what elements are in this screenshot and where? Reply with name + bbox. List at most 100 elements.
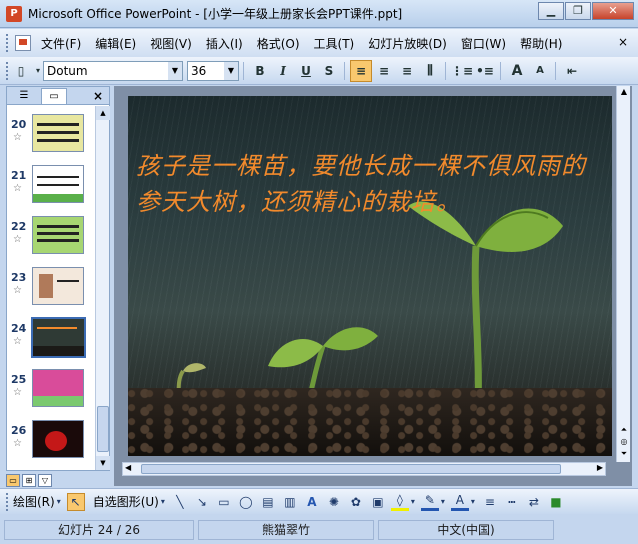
outline-tab-icon[interactable]: ☰ bbox=[11, 88, 37, 104]
slide-thumbnail-row[interactable]: 26 ☆ bbox=[7, 414, 95, 462]
vertical-textbox-icon[interactable]: ▥ bbox=[281, 493, 299, 511]
next-slide-icon[interactable]: ⏷ bbox=[617, 448, 631, 460]
restore-button[interactable]: ❐ bbox=[565, 2, 591, 20]
align-center-icon[interactable]: ≡ bbox=[373, 60, 395, 82]
numbered-list-icon[interactable]: ⋮≡ bbox=[451, 60, 473, 82]
slide-scrollbar[interactable]: ▲ ⏶ ◎ ⏷ bbox=[616, 86, 630, 462]
horizontal-scrollbar[interactable]: ◀ ▶ bbox=[122, 462, 606, 476]
scroll-down-icon[interactable]: ▼ bbox=[96, 456, 110, 470]
scrollbar-thumb[interactable] bbox=[141, 464, 561, 474]
diagram-icon[interactable]: ✺ bbox=[325, 493, 343, 511]
dropdown-arrow-icon[interactable]: ▾ bbox=[409, 493, 417, 511]
arrow-icon[interactable]: ↘ bbox=[193, 493, 211, 511]
font-size-select[interactable]: 36 ▼ bbox=[187, 60, 239, 81]
grow-font-button[interactable]: A bbox=[506, 60, 528, 82]
scroll-right-icon[interactable]: ▶ bbox=[597, 463, 603, 472]
pane-close-button[interactable]: × bbox=[93, 89, 103, 103]
slide-thumbnail-row[interactable]: 23 ☆ bbox=[7, 261, 95, 309]
textbox-icon[interactable]: ▤ bbox=[259, 493, 277, 511]
normal-view-icon[interactable]: ▭ bbox=[6, 473, 20, 487]
scroll-up-icon[interactable]: ▲ bbox=[617, 86, 631, 98]
line-color-icon[interactable]: ✎ bbox=[420, 493, 439, 511]
slide-thumbnail[interactable] bbox=[32, 267, 84, 305]
slide-thumbnail[interactable] bbox=[32, 216, 84, 254]
slide-thumbnail-row[interactable]: 20 ☆ bbox=[7, 108, 95, 156]
dash-style-icon[interactable]: ┅ bbox=[503, 493, 521, 511]
picture-icon[interactable]: ▣ bbox=[369, 493, 387, 511]
slideshow-view-icon[interactable]: ▽ bbox=[38, 473, 52, 487]
wordart-icon[interactable]: A bbox=[303, 493, 321, 511]
fill-color-icon[interactable]: ◊ bbox=[390, 493, 409, 511]
dropdown-arrow-icon[interactable]: ▾ bbox=[55, 493, 63, 511]
dropdown-arrow-icon[interactable]: ▾ bbox=[469, 493, 477, 511]
clipart-icon[interactable]: ✿ bbox=[347, 493, 365, 511]
menu-insert[interactable]: 插入(I) bbox=[206, 35, 243, 52]
new-document-icon[interactable]: ▯ bbox=[10, 60, 32, 82]
slides-tab-icon[interactable]: ▭ bbox=[41, 87, 67, 104]
menu-format[interactable]: 格式(O) bbox=[257, 35, 300, 52]
bold-button[interactable]: B bbox=[249, 60, 271, 82]
draw-menu-button[interactable]: 绘图(R) bbox=[13, 493, 55, 510]
menu-window[interactable]: 窗口(W) bbox=[461, 35, 506, 52]
font-color-icon[interactable]: A bbox=[450, 493, 469, 511]
line-icon[interactable]: ╲ bbox=[171, 493, 189, 511]
slide-thumbnail-selected[interactable] bbox=[31, 317, 86, 358]
autoshapes-button[interactable]: 自选图形(U) bbox=[93, 493, 159, 510]
scroll-up-icon[interactable]: ▲ bbox=[96, 106, 110, 120]
chevron-down-icon[interactable]: ▼ bbox=[224, 61, 238, 80]
dropdown-arrow-icon[interactable]: ▾ bbox=[439, 493, 447, 511]
decrease-indent-icon[interactable]: ⇤ bbox=[561, 60, 583, 82]
slide-thumbnail-row[interactable]: 25 ☆ bbox=[7, 363, 95, 411]
toolbar-grip[interactable] bbox=[6, 61, 9, 80]
select-pointer-icon[interactable]: ↖ bbox=[66, 492, 85, 511]
slide-thumbnail-row[interactable]: 22 ☆ bbox=[7, 210, 95, 258]
slide-editing-area: 孩子是一棵苗，要他长成一棵不俱风雨的参天大树，还须精心的栽培。 ▲ ⏶ ◎ ⏷ … bbox=[114, 86, 632, 486]
scroll-left-icon[interactable]: ◀ bbox=[125, 463, 131, 472]
minimize-button[interactable]: ▁ bbox=[538, 2, 564, 20]
italic-button[interactable]: I bbox=[272, 60, 294, 82]
previous-slide-icon[interactable]: ⏶ bbox=[617, 424, 631, 436]
align-left-icon[interactable]: ≡ bbox=[350, 59, 372, 82]
menu-help[interactable]: 帮助(H) bbox=[520, 35, 562, 52]
slide-thumbnail-row[interactable]: 24 ☆ bbox=[7, 312, 95, 360]
align-right-icon[interactable]: ≡ bbox=[396, 60, 418, 82]
powerpoint-icon[interactable]: P bbox=[6, 5, 22, 22]
slide-thumbnail-row[interactable]: 21 ☆ bbox=[7, 159, 95, 207]
menu-slideshow[interactable]: 幻灯片放映(D) bbox=[368, 35, 447, 52]
close-button[interactable]: ✕ bbox=[592, 2, 634, 20]
toolbar-grip[interactable] bbox=[6, 34, 9, 52]
scrollbar-thumb[interactable] bbox=[97, 406, 109, 452]
document-close-button[interactable]: × bbox=[618, 35, 628, 49]
shadow-style-icon[interactable]: ■ bbox=[547, 493, 565, 511]
slide-thumbnail[interactable] bbox=[32, 114, 84, 152]
rectangle-icon[interactable]: ▭ bbox=[215, 493, 233, 511]
document-icon[interactable] bbox=[15, 35, 31, 51]
slide-sorter-view-icon[interactable]: ⊞ bbox=[22, 473, 36, 487]
arrow-style-icon[interactable]: ⇄ bbox=[525, 493, 543, 511]
menu-edit[interactable]: 编辑(E) bbox=[95, 35, 136, 52]
slide-thumbnail[interactable] bbox=[32, 420, 84, 458]
shadow-button[interactable]: S bbox=[318, 60, 340, 82]
slide-number: 25 bbox=[11, 373, 27, 386]
dropdown-arrow-icon[interactable]: ▾ bbox=[33, 60, 43, 82]
current-slide[interactable]: 孩子是一棵苗，要他长成一棵不俱风雨的参天大树，还须精心的栽培。 bbox=[128, 96, 612, 456]
thumbnails-scrollbar[interactable]: ▲ ▼ bbox=[95, 106, 110, 470]
shrink-font-button[interactable]: A bbox=[529, 60, 551, 82]
slide-text[interactable]: 孩子是一棵苗，要他长成一棵不俱风雨的参天大树，还须精心的栽培。 bbox=[136, 148, 606, 220]
menu-file[interactable]: 文件(F) bbox=[41, 35, 81, 52]
menu-tools[interactable]: 工具(T) bbox=[314, 35, 355, 52]
toolbar-grip[interactable] bbox=[6, 492, 9, 511]
dropdown-arrow-icon[interactable]: ▾ bbox=[159, 493, 167, 511]
menu-view[interactable]: 视图(V) bbox=[150, 35, 192, 52]
distribute-columns-icon[interactable]: ⫼ bbox=[419, 60, 441, 82]
line-style-icon[interactable]: ≡ bbox=[481, 493, 499, 511]
bullet-list-icon[interactable]: •≡ bbox=[474, 60, 496, 82]
oval-icon[interactable]: ◯ bbox=[237, 493, 255, 511]
slide-thumbnails: 20 ☆ 21 ☆ 22 ☆ 23 ☆ 24 ☆ 25 ☆ 26 ☆ bbox=[7, 106, 95, 470]
underline-button[interactable]: U bbox=[295, 60, 317, 82]
chevron-down-icon[interactable]: ▼ bbox=[168, 61, 182, 80]
slide-thumbnail[interactable] bbox=[32, 369, 84, 407]
slide-thumbnail[interactable] bbox=[32, 165, 84, 203]
select-object-icon[interactable]: ◎ bbox=[617, 436, 631, 448]
font-name-select[interactable]: Dotum ▼ bbox=[43, 60, 183, 81]
